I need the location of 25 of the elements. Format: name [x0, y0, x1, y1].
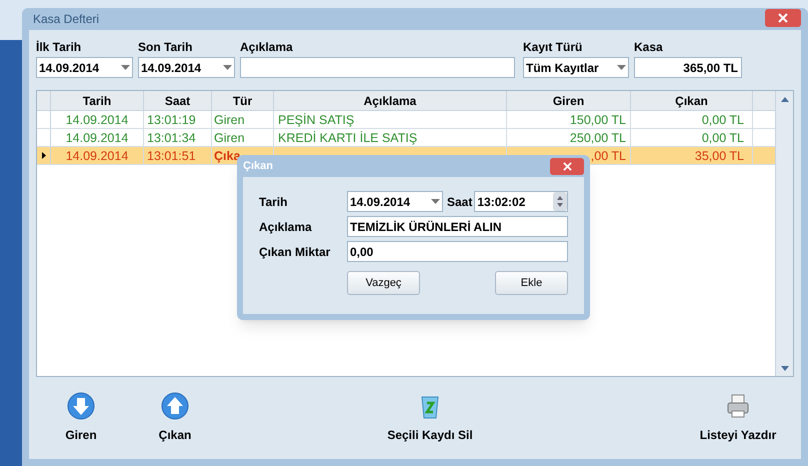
table-cell: 0,00 TL [631, 111, 753, 128]
field-label: Saat [447, 194, 472, 210]
field-label: Tarih [259, 194, 288, 210]
table-cell: 150,00 TL [507, 111, 631, 128]
table-cell: PEŞİN SATIŞ [274, 111, 507, 128]
table-cell: 0,00 TL [631, 129, 753, 146]
table-cell: 35,00 TL [631, 147, 753, 164]
field-label: Son Tarih [138, 39, 194, 54]
table-cell: 13:01:19 [144, 111, 212, 128]
table-cell: 14.09.2014 [51, 147, 144, 164]
field-label: Açıklama [259, 218, 313, 236]
table-cell: 13:01:51 [144, 147, 212, 164]
field-label: Çıkan Miktar [259, 244, 332, 260]
field-label: Kasa [634, 39, 664, 54]
table-cell: KREDİ KARTI İLE SATIŞ [274, 129, 507, 146]
table-cell: 250,00 TL [507, 129, 631, 146]
table-cell: 14.09.2014 [51, 111, 144, 128]
table-cell: 13:01:34 [144, 129, 212, 146]
table-cell: 14.09.2014 [51, 129, 144, 146]
field-label: Kayıt Türü [523, 39, 584, 54]
field-label: Açıklama [240, 39, 294, 54]
field-label: İlk Tarih [36, 39, 82, 54]
table-cell: Giren [212, 129, 274, 146]
window-title: Kasa Defteri [32, 11, 100, 28]
table-cell: Giren [212, 111, 274, 128]
